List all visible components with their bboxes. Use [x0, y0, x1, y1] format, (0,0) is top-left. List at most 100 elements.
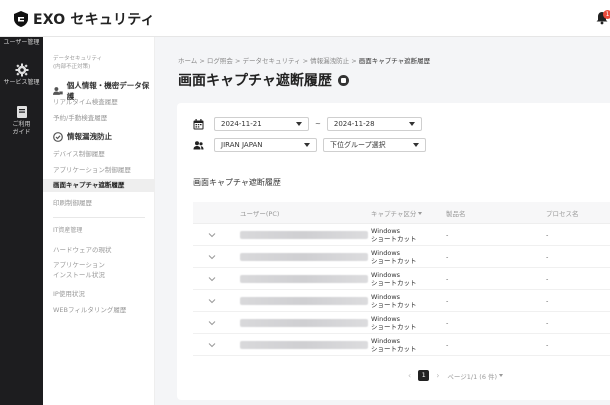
rail-item-guide[interactable]: ご利用ガイド: [0, 105, 43, 137]
capture-type-line1: Windows: [371, 336, 401, 345]
cell-capture-type: Windows ショートカット: [371, 227, 446, 243]
cell-process: -: [546, 230, 549, 239]
history-table: ユーザー(PC) キャプチャ区分 製品名 プロセス名 Windows ショートカッ…: [193, 202, 610, 356]
capture-type-line2: ショートカット: [371, 322, 417, 331]
sidebar-link-print-control[interactable]: 印刷制御履歴: [53, 197, 92, 207]
redacted-user: [240, 296, 368, 305]
table-row[interactable]: Windows ショートカット - -: [193, 246, 610, 268]
group-select[interactable]: JIRAN JAPAN: [214, 138, 317, 152]
page-title-wrap: 画面キャプチャ遮断履歴: [178, 70, 349, 90]
breadcrumb: ホーム > ログ照会 > データセキュリティ > 情報漏洩防止 > 画面キャプチ…: [178, 55, 430, 65]
sidebar-link-scheduled[interactable]: 予約/手動検査履歴: [53, 112, 107, 122]
cell-capture-type: Windows ショートカット: [371, 315, 446, 331]
sidebar-link-hardware[interactable]: ハードウェアの現状: [53, 244, 112, 254]
shield-check-icon: [53, 131, 63, 142]
cell-user: [230, 296, 371, 305]
table-row[interactable]: Windows ショートカット - -: [193, 312, 610, 334]
capture-type-line2: ショートカット: [371, 278, 417, 287]
table-row[interactable]: Windows ショートカット - -: [193, 290, 610, 312]
capture-type-line1: Windows: [371, 292, 401, 301]
users-icon: [193, 140, 204, 149]
next-page-icon[interactable]: ›: [436, 371, 439, 380]
rail-item-label: ユーザー管理: [3, 39, 40, 46]
sidebar-link-app-control[interactable]: アプリケーション制御履歴: [53, 164, 131, 174]
chevron-down-icon: [208, 320, 215, 325]
table-row[interactable]: Windows ショートカット - -: [193, 268, 610, 290]
subgroup-value: 下位グループ選択: [330, 141, 386, 149]
cell-process: -: [546, 318, 549, 327]
sidebar-link-app-install[interactable]: アプリケーション インストール状況: [53, 260, 105, 280]
chevron-down-icon: [296, 122, 302, 126]
expand-toggle[interactable]: [193, 254, 230, 260]
sidebar-link-screen-capture[interactable]: 画面キャプチャ遮断履歴: [43, 179, 155, 192]
redacted-user: [240, 318, 368, 327]
help-icon[interactable]: [337, 74, 349, 86]
table-row[interactable]: Windows ショートカット - -: [193, 224, 610, 246]
chevron-down-icon: [208, 298, 215, 303]
col-header-product: 製品名: [446, 209, 466, 218]
capture-type-line1: Windows: [371, 226, 401, 235]
expand-toggle[interactable]: [193, 232, 230, 238]
cell-product: -: [446, 252, 449, 261]
table-header: ユーザー(PC) キャプチャ区分 製品名 プロセス名: [193, 202, 610, 224]
sidebar-group-leak-prevention[interactable]: 情報漏洩防止: [53, 131, 112, 142]
chevron-down-icon: [208, 342, 215, 347]
cell-process: -: [546, 296, 549, 305]
expand-toggle[interactable]: [193, 342, 230, 348]
notification-badge: 1: [603, 10, 610, 19]
pagination: ‹ 1 › ページ1/1 (6 件): [408, 370, 504, 381]
col-header-process: プロセス名: [546, 209, 579, 218]
cell-user: [230, 252, 371, 261]
chevron-down-icon: [499, 374, 504, 377]
sidebar-section-it-assets: IT資産管理: [53, 227, 83, 234]
secondary-sidebar: データセキュリティ (内部不正対策) 個人情報・機密データ保護 リアルタイム検査…: [43, 37, 155, 405]
logo[interactable]: EXO セキュリティ: [14, 9, 155, 29]
expand-toggle[interactable]: [193, 276, 230, 282]
icon-rail: ユーザー管理 サービス管理 ご利用ガイド: [0, 37, 43, 405]
cell-user: [230, 274, 371, 283]
prev-page-icon[interactable]: ‹: [408, 371, 411, 380]
table-row[interactable]: Windows ショートカット - -: [193, 334, 610, 356]
date-to-value: 2024-11-28: [333, 120, 375, 128]
expand-toggle[interactable]: [193, 320, 230, 326]
col-header-type-label: キャプチャ区分: [371, 209, 417, 218]
sidebar-link-web-filtering[interactable]: WEBフィルタリング履歴: [53, 304, 126, 314]
chevron-down-icon: [208, 232, 215, 237]
capture-type-line2: ショートカット: [371, 300, 417, 309]
redacted-user: [240, 230, 368, 239]
shield-logo-icon: [14, 11, 28, 27]
capture-type-line1: Windows: [371, 248, 401, 257]
sidebar-link-ip-usage[interactable]: IP使用状況: [53, 288, 85, 298]
cell-capture-type: Windows ショートカット: [371, 271, 446, 287]
cell-user: [230, 230, 371, 239]
subgroup-select[interactable]: 下位グループ選択: [323, 138, 426, 152]
page-number-current[interactable]: 1: [418, 370, 430, 381]
sidebar-link-realtime[interactable]: リアルタイム検査履歴: [53, 96, 118, 106]
cell-product: -: [446, 318, 449, 327]
table-body: Windows ショートカット - - Windows ショートカット - - Windows シ…: [193, 224, 610, 356]
capture-type-line1: Windows: [371, 314, 401, 323]
date-from-select[interactable]: 2024-11-21: [214, 117, 309, 131]
redacted-user: [240, 340, 368, 349]
cell-capture-type: Windows ショートカット: [371, 249, 446, 265]
breadcrumb-current: 画面キャプチャ遮断履歴: [358, 57, 431, 65]
col-header-type[interactable]: キャプチャ区分: [371, 208, 446, 218]
cell-process: -: [546, 340, 549, 349]
sidebar-category: データセキュリティ (内部不正対策): [53, 56, 103, 70]
expand-toggle[interactable]: [193, 298, 230, 304]
rail-item-label: サービス管理: [3, 79, 40, 86]
cell-product: -: [446, 230, 449, 239]
cell-user: [230, 340, 371, 349]
cell-capture-type: Windows ショートカット: [371, 337, 446, 353]
section-title: 画面キャプチャ遮断履歴: [193, 178, 281, 187]
date-from-value: 2024-11-21: [221, 120, 262, 128]
rail-item-service-admin[interactable]: サービス管理: [0, 63, 43, 87]
sidebar-link-device-control[interactable]: デバイス制御履歴: [53, 148, 105, 158]
breadcrumb-path[interactable]: ホーム > ログ照会 > データセキュリティ > 情報漏洩防止 >: [178, 57, 359, 65]
date-to-select[interactable]: 2024-11-28: [326, 117, 422, 131]
page-size-select[interactable]: ページ1/1 (6 件): [447, 371, 504, 381]
chevron-down-icon: [208, 276, 215, 281]
page-info: ページ1/1 (6 件): [447, 372, 498, 381]
rail-item-user-admin[interactable]: ユーザー管理: [0, 39, 43, 47]
capture-type-line2: ショートカット: [371, 256, 417, 265]
